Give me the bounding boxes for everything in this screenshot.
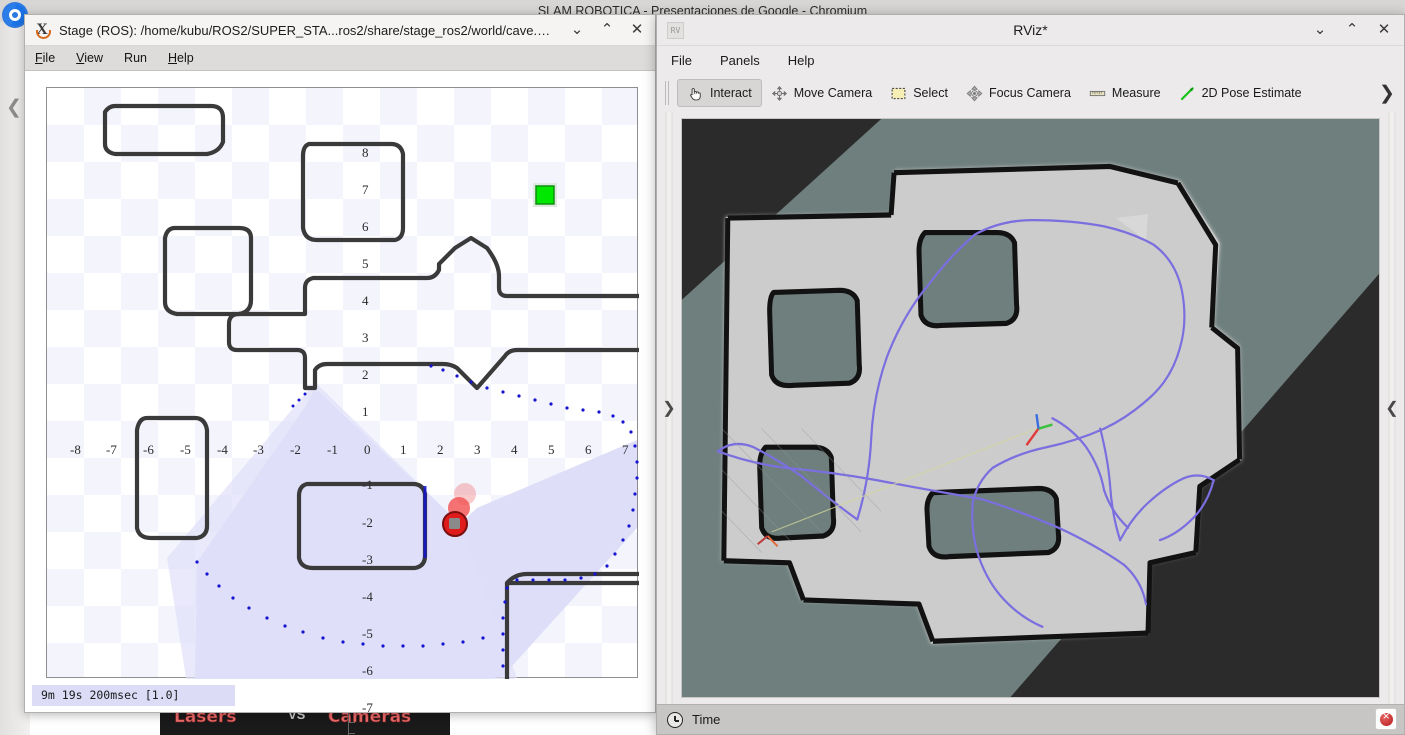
pose-arrow-icon (1179, 85, 1196, 102)
toolbar-overflow-chevron-right-icon[interactable]: ❯ (1378, 82, 1396, 105)
tool-select-label: Select (913, 86, 948, 100)
background-axis-tick (349, 733, 355, 734)
rviz-close-button[interactable]: ✕ (1376, 22, 1392, 38)
time-panel-close-button[interactable] (1375, 708, 1397, 730)
close-circle-icon (1379, 709, 1393, 726)
goal-marker (533, 183, 557, 207)
stage-canvas-area[interactable]: -8 -7 -6 -5 -4 -3 -2 -1 0 1 2 3 4 5 6 7 … (25, 71, 655, 712)
ruler-icon (1089, 85, 1106, 102)
toolbar-grip-handle[interactable] (665, 81, 672, 105)
stage-menu-file[interactable]: File (35, 51, 55, 65)
rviz-3d-view[interactable] (681, 118, 1380, 698)
select-rectangle-icon (890, 85, 907, 102)
tool-focus-camera-button[interactable]: Focus Camera (957, 79, 1080, 107)
rviz-minimize-button[interactable]: ⌄ (1312, 22, 1328, 38)
stage-close-button[interactable]: ✕ (629, 22, 645, 38)
move-camera-icon (771, 85, 788, 102)
stage-x-icon: X (33, 21, 51, 39)
stage-maximize-button[interactable]: ⌃ (599, 22, 615, 38)
tool-interact-label: Interact (710, 86, 752, 100)
chevron-left-icon[interactable]: ❮ (1385, 398, 1398, 418)
tool-2d-pose-estimate-button[interactable]: 2D Pose Estimate (1170, 79, 1311, 107)
rviz-menu-file[interactable]: File (671, 53, 692, 68)
rviz-menu-panels[interactable]: Panels (720, 53, 760, 68)
screen-root: ❮ Lasers VS Cameras 2 SLAM ROBOTICA - Pr… (0, 0, 1405, 735)
rviz-map-render (682, 119, 1379, 697)
rviz-left-rail[interactable]: ❯ (657, 112, 681, 704)
stage-menu-help[interactable]: Help (168, 51, 194, 65)
chevron-left-icon[interactable]: ❮ (6, 96, 22, 119)
rviz-window-title: RViz* (1013, 22, 1048, 38)
hand-cursor-icon (687, 85, 704, 102)
tool-move-camera-button[interactable]: Move Camera (762, 79, 882, 107)
stage-menu-run[interactable]: Run (124, 51, 147, 65)
stage-window-title: Stage (ROS): /home/kubu/ROS2/SUPER_STA..… (59, 22, 559, 38)
rviz-right-rail[interactable]: ❮ (1380, 112, 1404, 704)
background-axis-tick (349, 722, 355, 723)
time-panel-label: Time (692, 712, 721, 727)
tool-2d-pose-estimate-label: 2D Pose Estimate (1201, 86, 1302, 100)
chevron-right-icon[interactable]: ❯ (662, 398, 675, 418)
tool-focus-camera-label: Focus Camera (988, 86, 1071, 100)
rviz-app-icon: RV (667, 21, 684, 39)
tool-select-button[interactable]: Select (881, 79, 957, 107)
tool-interact-button[interactable]: Interact (677, 79, 762, 107)
stage-titlebar[interactable]: X Stage (ROS): /home/kubu/ROS2/SUPER_STA… (25, 15, 655, 46)
tool-measure-label: Measure (1111, 86, 1161, 100)
tool-move-camera-label: Move Camera (793, 86, 873, 100)
stage-status-bar: 9m 19s 200msec [1.0] (32, 685, 235, 706)
rviz-menu-help[interactable]: Help (788, 53, 815, 68)
rviz-menubar: File Panels Help (657, 46, 1404, 74)
stage-window: X Stage (ROS): /home/kubu/ROS2/SUPER_STA… (24, 14, 656, 713)
rviz-body: ❯ ❮ (657, 112, 1404, 704)
stage-world-vector (102, 103, 639, 679)
tool-measure-button[interactable]: Measure (1080, 79, 1170, 107)
stage-world-plot[interactable] (46, 87, 639, 679)
focus-camera-icon (966, 85, 983, 102)
stage-menubar: File View Run Help (25, 46, 655, 71)
rviz-window: RV RViz* ⌄ ⌃ ✕ File Panels Help Interact (656, 14, 1405, 735)
clock-icon (667, 711, 683, 728)
stage-menu-view[interactable]: View (76, 51, 103, 65)
rviz-titlebar[interactable]: RV RViz* ⌄ ⌃ ✕ (657, 15, 1404, 46)
rviz-maximize-button[interactable]: ⌃ (1344, 22, 1360, 38)
rviz-toolbar: Interact Move Camera Select Focus Camera… (657, 74, 1404, 112)
rviz-time-panel: Time (657, 704, 1404, 734)
stage-minimize-button[interactable]: ⌄ (569, 22, 585, 38)
